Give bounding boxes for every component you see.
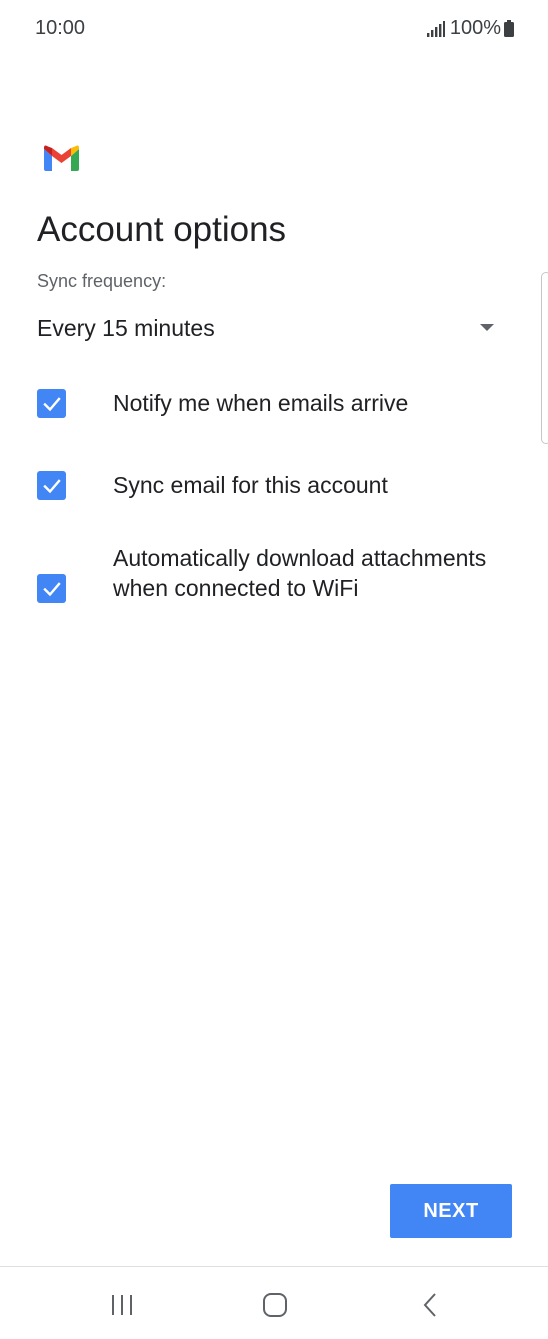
download-attachments-label: Automatically download attachments when … [113,545,487,601]
status-bar: 10:00 100% [0,0,548,58]
download-attachments-checkbox[interactable] [37,574,66,603]
dropdown-arrow-icon [480,324,494,331]
back-button[interactable] [410,1287,450,1323]
option-attachments-row[interactable]: Automatically download attachments when … [37,543,507,635]
next-button[interactable]: NEXT [390,1184,512,1238]
home-icon [263,1293,287,1317]
status-time: 10:00 [35,17,86,39]
option-notify-row[interactable]: Notify me when emails arrive [37,388,507,420]
notify-label: Notify me when emails arrive [113,390,409,416]
signal-icon [426,20,445,37]
recents-button[interactable] [102,1287,142,1323]
scroll-indicator [541,272,548,444]
option-sync-row[interactable]: Sync email for this account [37,470,507,502]
home-button[interactable] [255,1287,295,1323]
sync-email-label: Sync email for this account [113,472,388,498]
navigation-bar [0,1266,548,1339]
page-title: Account options [37,210,287,249]
account-options-screen: 10:00 100% Account options Sync frequenc… [0,0,548,1339]
sync-frequency-value: Every 15 minutes [37,314,215,341]
sync-frequency-label: Sync frequency: [37,271,167,291]
gmail-logo-icon [44,145,79,171]
sync-email-checkbox[interactable] [37,471,66,500]
battery-percentage: 100% [449,17,501,39]
sync-frequency-dropdown[interactable]: Every 15 minutes [37,310,507,346]
back-icon [423,1293,436,1317]
status-indicators: 100% [426,17,514,40]
checkmark-icon [42,581,61,596]
checkmark-icon [42,396,61,411]
notify-checkbox[interactable] [37,389,66,418]
checkmark-icon [42,478,61,493]
battery-icon [504,20,514,37]
recents-icon [112,1295,132,1315]
